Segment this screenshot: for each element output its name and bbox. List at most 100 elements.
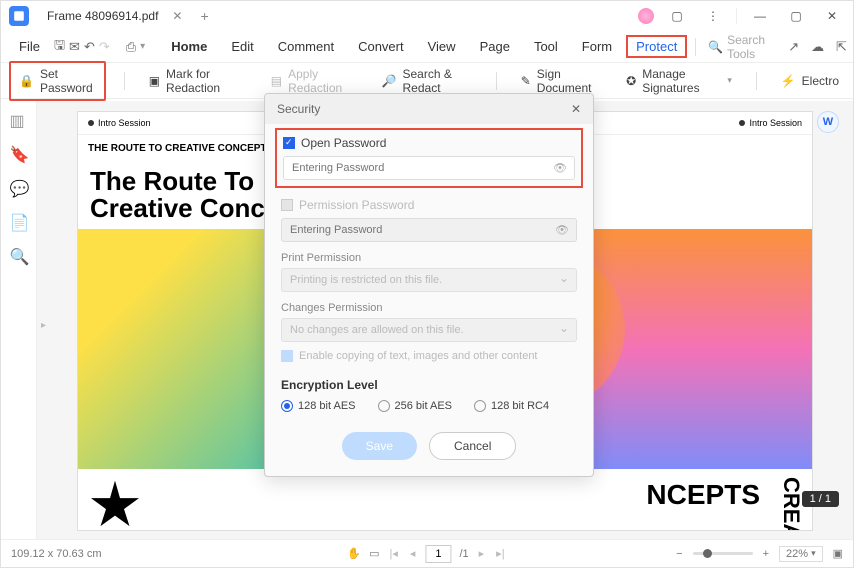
open-password-label[interactable]: Open Password (283, 136, 575, 150)
enc-256aes-radio[interactable] (378, 400, 390, 412)
burst-icon (90, 481, 140, 531)
left-sidebar: ▥ 🔖 💬 📄 🔍 (1, 101, 37, 539)
permission-password-label[interactable]: Permission Password (281, 198, 577, 212)
eye-icon: 👁 (555, 224, 569, 237)
next-page-icon[interactable]: ▸ (477, 547, 487, 560)
titlebar: Frame 48096914.pdf ✕ + ▢ ⋮ — ▢ ✕ (1, 1, 853, 31)
print-permission-select: Printing is restricted on this file. (281, 268, 577, 292)
eye-icon[interactable]: 👁 (553, 162, 567, 175)
separator (124, 72, 125, 90)
menu-form[interactable]: Form (572, 35, 622, 58)
maximize-button[interactable]: ▢ (783, 3, 809, 29)
enable-copy-label: Enable copying of text, images and other… (281, 350, 577, 362)
menu-comment[interactable]: Comment (268, 35, 344, 58)
cancel-button[interactable]: Cancel (429, 432, 516, 460)
bookmark-icon[interactable]: 🔖 (10, 145, 28, 163)
separator (756, 72, 757, 90)
open-password-section: Open Password 👁 (275, 128, 583, 188)
minimize-button[interactable]: — (747, 3, 773, 29)
separator (695, 38, 696, 56)
enc-256aes-option[interactable]: 256 bit AES (378, 400, 453, 412)
zoom-slider[interactable] (693, 552, 753, 555)
comment-icon[interactable]: 💬 (10, 179, 28, 197)
last-page-icon[interactable]: ▸| (494, 547, 506, 560)
select-tool-icon[interactable]: ▭ (369, 547, 379, 560)
electro-button[interactable]: ⚡ Electro (775, 70, 845, 92)
fit-page-icon[interactable]: ▣ (833, 547, 843, 560)
share-icon[interactable]: ↗ (786, 37, 802, 57)
page-number-input[interactable] (425, 545, 451, 563)
menu-protect[interactable]: Protect (626, 35, 687, 58)
set-password-button[interactable]: 🔒 Set Password (9, 61, 106, 101)
print-dropdown-icon[interactable]: ▾ (140, 41, 145, 52)
menu-edit[interactable]: Edit (221, 35, 263, 58)
menu-file[interactable]: File (9, 35, 50, 58)
session-label-left: Intro Session (88, 118, 151, 128)
search-placeholder: Search Tools (727, 33, 778, 61)
enc-128aes-radio[interactable] (281, 400, 293, 412)
more-icon[interactable]: ⋮ (700, 3, 726, 29)
enable-copy-checkbox (281, 350, 293, 362)
encryption-options: 128 bit AES 256 bit AES 128 bit RC4 (281, 400, 577, 412)
mark-redaction-button[interactable]: ▣ Mark for Redaction (143, 63, 251, 99)
changes-permission-label: Changes Permission (281, 302, 577, 314)
cloud-icon[interactable]: ☁ (810, 37, 826, 57)
undo-icon[interactable]: ↶ (84, 37, 95, 57)
menu-tool[interactable]: Tool (524, 35, 568, 58)
close-button[interactable]: ✕ (819, 3, 845, 29)
dialog-close-button[interactable]: ✕ (571, 102, 581, 116)
permission-password-checkbox[interactable] (281, 199, 293, 211)
redo-icon[interactable]: ↷ (99, 37, 110, 57)
save-icon[interactable]: 🖫 (54, 37, 65, 57)
print-icon[interactable]: ⎙ (126, 37, 136, 57)
gift-icon[interactable]: ▢ (664, 3, 690, 29)
permission-password-input (281, 218, 577, 242)
security-dialog: Security ✕ Open Password 👁 Permission Pa… (264, 93, 594, 477)
search-tools[interactable]: 🔍 Search Tools (708, 33, 778, 61)
manage-signatures-button[interactable]: ✪ Manage Signatures ▾ (620, 63, 738, 99)
menu-home[interactable]: Home (161, 35, 217, 58)
print-permission-label: Print Permission (281, 252, 577, 264)
separator (736, 8, 737, 24)
tab-close-icon[interactable]: ✕ (172, 9, 182, 23)
new-tab-button[interactable]: + (200, 8, 208, 24)
expand-icon[interactable]: ⇱ (834, 37, 850, 57)
thumbnails-icon[interactable]: ▥ (10, 111, 28, 129)
menubar: File 🖫 ✉ ↶ ↷ ⎙ ▾ Home Edit Comment Conve… (1, 31, 853, 63)
prev-page-icon[interactable]: ◂ (408, 547, 418, 560)
tab-filename: Frame 48096914.pdf (47, 9, 158, 23)
page-total: /1 (459, 548, 468, 560)
separator (496, 72, 497, 90)
menu-page[interactable]: Page (470, 35, 520, 58)
enc-128rc4-radio[interactable] (474, 400, 486, 412)
concepts-text: NCEPTS (636, 469, 770, 531)
collapse-left-icon[interactable]: ▸ (41, 320, 46, 331)
search-panel-icon[interactable]: 🔍 (10, 247, 28, 265)
enc-128aes-option[interactable]: 128 bit AES (281, 400, 356, 412)
open-password-input[interactable] (283, 156, 575, 180)
dialog-title: Security (277, 102, 320, 116)
search-redact-icon: 🔎 (382, 74, 397, 88)
first-page-icon[interactable]: |◂ (388, 547, 400, 560)
save-button[interactable]: Save (342, 432, 417, 460)
account-avatar-icon[interactable] (638, 8, 654, 24)
page-navigation: ✋ ▭ |◂ ◂ /1 ▸ ▸| (347, 545, 506, 563)
menu-convert[interactable]: Convert (348, 35, 414, 58)
dialog-header[interactable]: Security ✕ (265, 94, 593, 124)
zoom-out-icon[interactable]: − (676, 548, 682, 560)
attachment-icon[interactable]: 📄 (10, 213, 28, 231)
sign-icon: ✎ (521, 74, 531, 88)
apply-icon: ▤ (271, 74, 282, 88)
zoom-in-icon[interactable]: + (763, 548, 769, 560)
statusbar: 109.12 x 70.63 cm ✋ ▭ |◂ ◂ /1 ▸ ▸| − + 2… (1, 539, 853, 567)
open-password-checkbox[interactable] (283, 137, 295, 149)
menu-view[interactable]: View (418, 35, 466, 58)
encryption-level-title: Encryption Level (281, 378, 577, 392)
hand-tool-icon[interactable]: ✋ (347, 547, 361, 560)
chevron-down-icon: ▾ (727, 75, 732, 86)
word-float-icon[interactable]: W (817, 111, 839, 133)
document-tab[interactable]: Frame 48096914.pdf ✕ (37, 5, 192, 27)
zoom-level[interactable]: 22%▾ (779, 546, 823, 562)
enc-128rc4-option[interactable]: 128 bit RC4 (474, 400, 549, 412)
mail-icon[interactable]: ✉ (69, 37, 80, 57)
